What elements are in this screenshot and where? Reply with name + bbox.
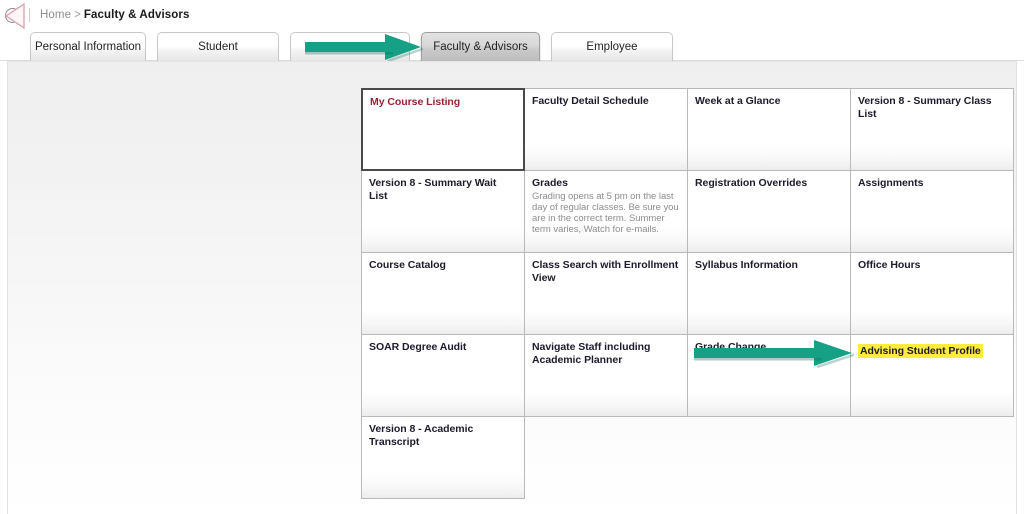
card-week-at-a-glance[interactable]: Week at a Glance xyxy=(687,88,851,171)
breadcrumb-divider xyxy=(29,8,30,22)
card-navigate-staff-including-academic-planner[interactable]: Navigate Staff including Academic Planne… xyxy=(524,334,688,417)
card-advising-student-profile[interactable]: Advising Student Profile xyxy=(850,334,1014,417)
breadcrumb-home[interactable]: Home xyxy=(40,9,71,21)
card-title: Registration Overrides xyxy=(695,177,843,190)
card-title: Office Hours xyxy=(858,259,1006,272)
grid-row: My Course Listing Faculty Detail Schedul… xyxy=(362,89,1018,171)
card-placeholder xyxy=(687,416,851,499)
page-root: Home>Faculty & Advisors Personal Informa… xyxy=(0,0,1024,514)
card-title: My Course Listing xyxy=(370,96,516,109)
card-course-catalog[interactable]: Course Catalog xyxy=(361,252,525,335)
card-grades[interactable]: Grades Grading opens at 5 pm on the last… xyxy=(524,170,688,253)
tab-personal-information[interactable]: Personal Information xyxy=(30,32,146,61)
grid-row: SOAR Degree Audit Navigate Staff includi… xyxy=(362,335,1018,417)
grid-row: Version 8 - Summary Wait List Grades Gra… xyxy=(362,171,1018,253)
card-title: Grade Change xyxy=(695,341,843,354)
breadcrumb-separator: > xyxy=(74,9,81,21)
card-faculty-detail-schedule[interactable]: Faculty Detail Schedule xyxy=(524,88,688,171)
card-version-8-academic-transcript[interactable]: Version 8 - Academic Transcript xyxy=(361,416,525,499)
card-title: Course Catalog xyxy=(369,259,517,272)
card-description: Grading opens at 5 pm on the last day of… xyxy=(532,191,680,236)
card-title: Navigate Staff including Academic Planne… xyxy=(532,341,680,366)
card-soar-degree-audit[interactable]: SOAR Degree Audit xyxy=(361,334,525,417)
tab-faculty-advisors[interactable]: Faculty & Advisors xyxy=(421,32,540,61)
breadcrumb-current: Faculty & Advisors xyxy=(84,9,190,21)
card-title: Class Search with Enrollment View xyxy=(532,259,680,284)
card-version-8-summary-wait-list[interactable]: Version 8 - Summary Wait List xyxy=(361,170,525,253)
card-registration-overrides[interactable]: Registration Overrides xyxy=(687,170,851,253)
card-office-hours[interactable]: Office Hours xyxy=(850,252,1014,335)
tab-student[interactable]: Student xyxy=(157,32,279,61)
card-syllabus-information[interactable]: Syllabus Information xyxy=(687,252,851,335)
grid-row: Version 8 - Academic Transcript xyxy=(362,417,1018,499)
tab-label: Personal Information xyxy=(35,41,141,53)
grid-row: Course Catalog Class Search with Enrollm… xyxy=(362,253,1018,335)
tab-strip: Personal Information Student Faculty & A… xyxy=(0,30,1024,62)
card-my-course-listing[interactable]: My Course Listing xyxy=(361,88,525,171)
content-panel: My Course Listing Faculty Detail Schedul… xyxy=(7,61,1017,514)
tab-employee[interactable]: Employee xyxy=(551,32,673,61)
tab-label: Faculty & Advisors xyxy=(433,41,528,53)
card-placeholder xyxy=(524,416,688,499)
card-class-search-with-enrollment-view[interactable]: Class Search with Enrollment View xyxy=(524,252,688,335)
card-title: Advising Student Profile xyxy=(858,344,983,358)
card-placeholder xyxy=(850,416,1014,499)
card-assignments[interactable]: Assignments xyxy=(850,170,1014,253)
card-title: Version 8 - Academic Transcript xyxy=(369,423,517,448)
card-title: Grades xyxy=(532,177,680,190)
card-title: Faculty Detail Schedule xyxy=(532,95,680,108)
card-title: Version 8 - Summary Class List xyxy=(858,95,1006,120)
card-title: Week at a Glance xyxy=(695,95,843,108)
breadcrumb: Home>Faculty & Advisors xyxy=(40,9,189,21)
card-title: Version 8 - Summary Wait List xyxy=(369,177,517,202)
card-title: SOAR Degree Audit xyxy=(369,341,517,354)
tab-label: Employee xyxy=(586,41,637,53)
tab-label: Student xyxy=(198,41,238,53)
tab-obscured[interactable] xyxy=(290,32,410,61)
card-grade-change[interactable]: Grade Change xyxy=(687,334,851,417)
card-title: Assignments xyxy=(858,177,1006,190)
menu-card-grid: My Course Listing Faculty Detail Schedul… xyxy=(362,89,1018,499)
scroll-left-triangle-icon[interactable] xyxy=(5,2,25,30)
card-title: Syllabus Information xyxy=(695,259,843,272)
card-version-8-summary-class-list[interactable]: Version 8 - Summary Class List xyxy=(850,88,1014,171)
breadcrumb-bar: Home>Faculty & Advisors xyxy=(0,0,1024,30)
